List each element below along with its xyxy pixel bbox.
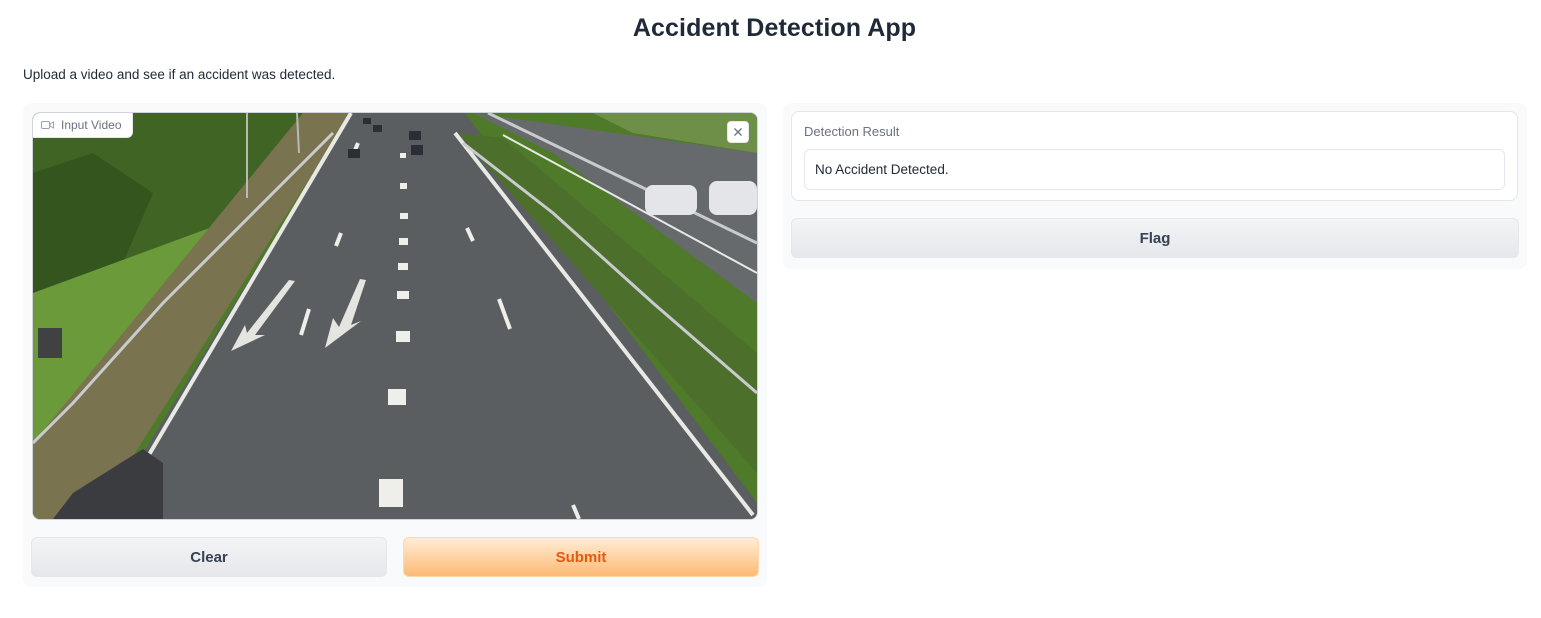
detection-result-label: Detection Result xyxy=(804,124,900,139)
input-panel: Input Video Clear Submit xyxy=(23,103,767,587)
clear-button[interactable]: Clear xyxy=(31,537,387,577)
video-player[interactable]: Input Video xyxy=(32,112,758,520)
video-frame xyxy=(33,113,757,519)
output-panel: Detection Result No Accident Detected. F… xyxy=(783,103,1527,269)
close-icon xyxy=(733,127,743,137)
video-label-badge: Input Video xyxy=(33,113,133,138)
detection-result-field[interactable]: No Accident Detected. xyxy=(804,149,1505,190)
detection-result-box: Detection Result No Accident Detected. xyxy=(791,111,1518,201)
submit-button[interactable]: Submit xyxy=(403,537,759,577)
flag-button[interactable]: Flag xyxy=(791,218,1519,258)
video-label-text: Input Video xyxy=(61,118,122,132)
video-camera-icon xyxy=(41,120,54,130)
page-description: Upload a video and see if an accident wa… xyxy=(23,67,336,82)
page-title: Accident Detection App xyxy=(632,14,917,42)
clear-video-button[interactable] xyxy=(727,121,749,143)
